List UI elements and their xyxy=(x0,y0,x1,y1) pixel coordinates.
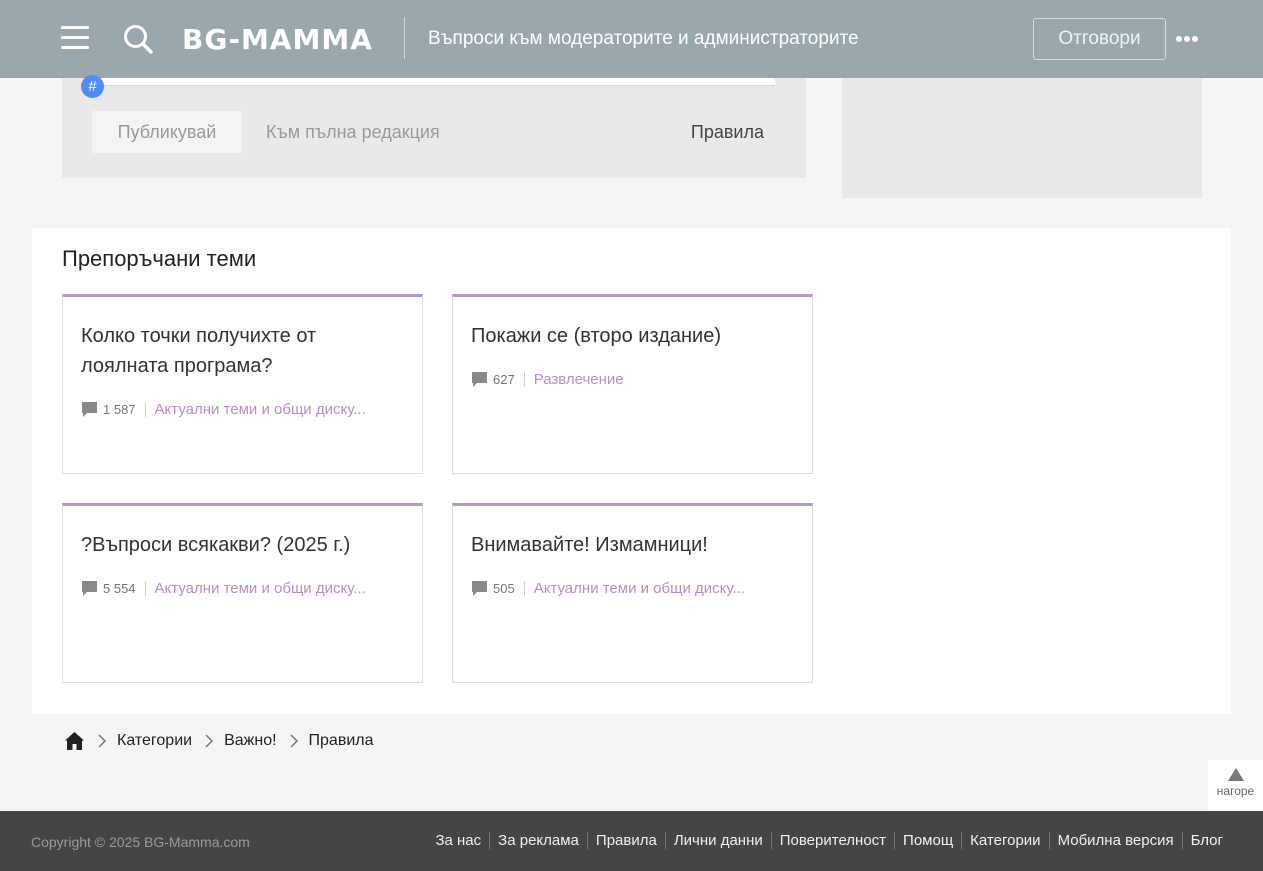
footer-link-categories[interactable]: Категории xyxy=(961,832,1048,849)
home-icon[interactable] xyxy=(64,731,85,751)
footer-link-privacy[interactable]: Поверителност xyxy=(770,832,894,849)
menu-icon[interactable] xyxy=(61,26,89,50)
topic-category[interactable]: Развлечение xyxy=(525,371,624,388)
topic-title[interactable]: ?Въпроси всякакви? (2025 г.) xyxy=(81,530,401,560)
arrow-up-icon xyxy=(1227,768,1244,781)
topic-meta: 627 Развлечение xyxy=(471,371,624,388)
chevron-right-icon xyxy=(205,734,214,748)
header-bar: BG-MAMMA Въпроси към модераторите и адми… xyxy=(0,0,1263,78)
reply-count: 627 xyxy=(493,372,525,387)
topic-card[interactable]: ?Въпроси всякакви? (2025 г.) 5 554 Актуа… xyxy=(62,503,423,683)
comment-icon xyxy=(472,581,487,596)
reply-button[interactable]: Отговори xyxy=(1033,18,1166,60)
topic-meta: 1 587 Актуални теми и общи диску... xyxy=(81,401,366,418)
topic-card[interactable]: Колко точки получихте от лоялната програ… xyxy=(62,294,423,474)
comment-icon xyxy=(82,402,97,417)
reply-count: 1 587 xyxy=(103,402,146,417)
comment-icon xyxy=(82,581,97,596)
copyright: Copyright © 2025 BG-Mamma.com xyxy=(31,834,250,850)
reply-count: 505 xyxy=(493,581,525,596)
hash-icon[interactable]: # xyxy=(81,75,104,98)
svg-text:BG-MAMMA: BG-MAMMA xyxy=(182,23,373,56)
comment-icon xyxy=(472,372,487,387)
topic-title[interactable]: Внимавайте! Измамници! xyxy=(471,530,791,560)
back-to-top-label: нагоре xyxy=(1216,784,1255,798)
topic-title[interactable]: Покажи се (второ издание) xyxy=(471,321,791,351)
topic-card[interactable]: Покажи се (второ издание) 627 Развлечени… xyxy=(452,294,813,474)
footer-links: За нас За реклама Правила Лични данни По… xyxy=(427,832,1223,849)
publish-button[interactable]: Публикувай xyxy=(92,111,242,153)
topic-category[interactable]: Актуални теми и общи диску... xyxy=(525,580,745,597)
footer-link-rules[interactable]: Правила xyxy=(586,832,665,849)
footer-link-personal-data[interactable]: Лични данни xyxy=(664,832,771,849)
breadcrumb-item[interactable]: Категории xyxy=(117,732,192,750)
topic-category[interactable]: Актуални теми и общи диску... xyxy=(146,580,366,597)
footer-link-about[interactable]: За нас xyxy=(427,832,489,849)
chevron-right-icon xyxy=(290,734,298,748)
breadcrumb: Категории Важно! Правила xyxy=(64,728,374,754)
reply-count: 5 554 xyxy=(103,581,146,596)
recommended-topics: Препоръчани теми Колко точки получихте о… xyxy=(32,228,1231,714)
topic-meta: 5 554 Актуални теми и общи диску... xyxy=(81,580,366,597)
ad-placeholder xyxy=(842,78,1202,198)
rules-link[interactable]: Правила xyxy=(691,122,764,143)
breadcrumb-item[interactable]: Правила xyxy=(309,732,374,750)
search-icon[interactable] xyxy=(123,24,153,54)
footer-link-blog[interactable]: Блог xyxy=(1181,832,1223,849)
topic-category[interactable]: Актуални теми и общи диску... xyxy=(146,401,366,418)
footer-link-advertising[interactable]: За реклама xyxy=(489,832,587,849)
header-divider xyxy=(404,17,405,59)
thread-title: Въпроси към модераторите и администратор… xyxy=(428,28,859,49)
topic-card[interactable]: Внимавайте! Измамници! 505 Актуални теми… xyxy=(452,503,813,683)
reply-input[interactable] xyxy=(92,78,775,86)
footer-link-mobile[interactable]: Мобилна версия xyxy=(1048,832,1182,849)
reply-panel: # Публикувай Към пълна редакция Правила xyxy=(62,75,806,178)
footer-link-help[interactable]: Помощ xyxy=(894,832,961,849)
footer: Copyright © 2025 BG-Mamma.com За нас За … xyxy=(0,811,1263,871)
section-title: Препоръчани теми xyxy=(62,246,257,271)
back-to-top-button[interactable]: нагоре xyxy=(1208,760,1263,811)
full-edit-link[interactable]: Към пълна редакция xyxy=(266,122,440,143)
breadcrumb-item[interactable]: Важно! xyxy=(224,732,276,750)
topic-meta: 505 Актуални теми и общи диску... xyxy=(471,580,745,597)
site-logo[interactable]: BG-MAMMA xyxy=(182,20,382,56)
more-icon[interactable] xyxy=(1176,29,1202,49)
chevron-right-icon xyxy=(98,734,107,748)
topic-title[interactable]: Колко точки получихте от лоялната програ… xyxy=(81,321,401,381)
